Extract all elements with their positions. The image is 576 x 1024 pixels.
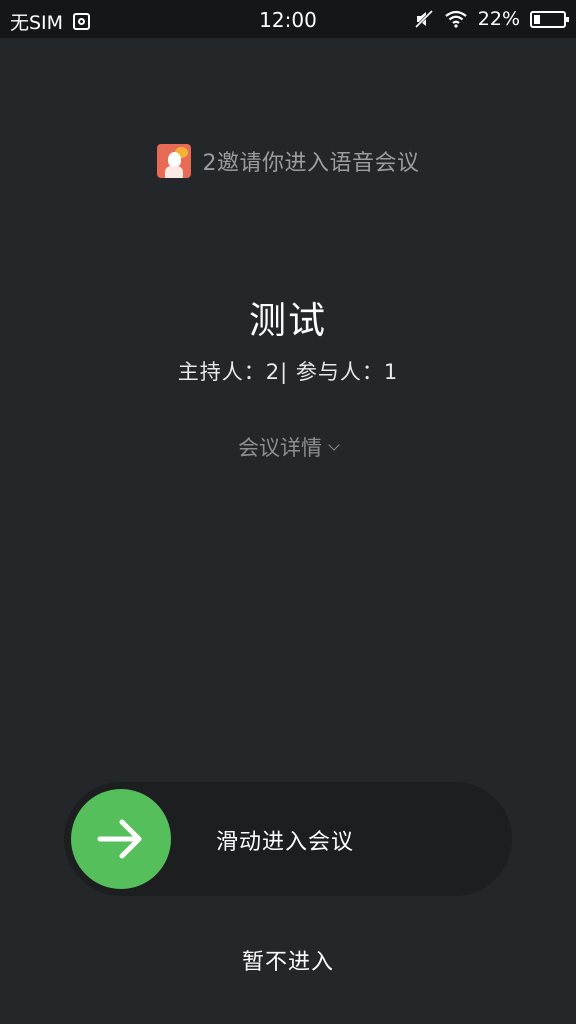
inviter-avatar <box>156 144 191 178</box>
decline-button[interactable]: 暂不进入 <box>0 944 576 976</box>
chevron-down-icon <box>328 439 340 451</box>
arrow-right-icon <box>97 819 142 859</box>
invite-text: 2邀请你进入语音会议 <box>202 151 420 176</box>
status-right: 22% <box>414 8 569 30</box>
battery-icon <box>530 10 569 28</box>
meeting-participants: 主持人：2| 参与人：1 <box>177 360 399 384</box>
status-bar: 无SIM 12:00 22% <box>0 0 576 38</box>
meeting-title: 测试 <box>249 299 327 342</box>
slider-label: 滑动进入会议 <box>216 830 355 855</box>
meeting-details-label: 会议详情 <box>238 436 322 460</box>
slide-to-join-slider[interactable]: 滑动进入会议 <box>64 782 512 896</box>
wifi-icon <box>445 10 467 28</box>
voice-meeting-invite-screen: 无SIM 12:00 22% 2邀请你进入语音会议 测试 主持人：2| 参与人：… <box>0 0 576 1024</box>
battery-percent: 22% <box>477 8 520 30</box>
slider-knob[interactable] <box>71 789 171 889</box>
mute-icon <box>414 9 433 29</box>
meeting-details-toggle[interactable]: 会议详情 <box>0 432 576 462</box>
invite-line: 2邀请你进入语音会议 <box>0 144 576 178</box>
